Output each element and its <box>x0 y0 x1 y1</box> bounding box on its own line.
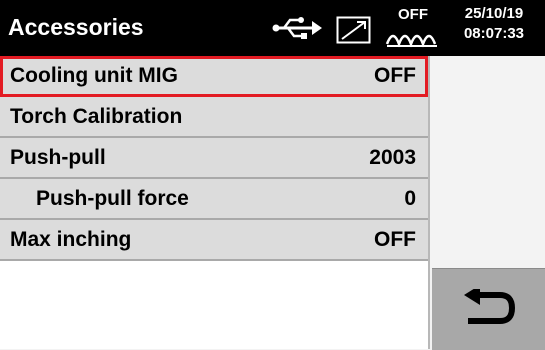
menu-item-value: 2003 <box>369 146 416 169</box>
back-arrow-icon <box>464 289 515 324</box>
menu-item-push-pull-force[interactable]: Push-pull force 0 <box>0 179 428 220</box>
menu-item-label: Push-pull force <box>36 187 189 210</box>
back-button[interactable] <box>432 268 545 350</box>
calibration-icon <box>336 16 371 44</box>
menu-item-label: Push-pull <box>10 146 106 169</box>
header-bar: Accessories OFF 25/10/19 08:07:33 <box>0 0 545 56</box>
menu-item-max-inching[interactable]: Max inching OFF <box>0 220 428 261</box>
accessories-menu: Cooling unit MIG OFF Torch Calibration P… <box>0 56 430 349</box>
menu-item-value: OFF <box>374 228 416 251</box>
menu-item-label: Max inching <box>10 228 132 251</box>
date-label: 25/10/19 <box>464 5 524 22</box>
menu-item-label: Cooling unit MIG <box>10 64 178 87</box>
arc-wave-icon <box>385 34 437 48</box>
menu-item-label: Torch Calibration <box>10 105 183 128</box>
status-off-label: OFF <box>398 6 428 23</box>
menu-item-torch-calibration[interactable]: Torch Calibration <box>0 97 428 138</box>
usb-icon <box>272 17 322 39</box>
menu-item-cooling-unit-mig[interactable]: Cooling unit MIG OFF <box>0 56 428 97</box>
time-label: 08:07:33 <box>463 25 525 42</box>
menu-item-value: 0 <box>404 187 416 210</box>
menu-item-value: OFF <box>374 64 416 87</box>
page-title: Accessories <box>8 14 144 40</box>
datetime-display: 25/10/19 08:07:33 <box>448 4 540 44</box>
menu-item-push-pull[interactable]: Push-pull 2003 <box>0 138 428 179</box>
